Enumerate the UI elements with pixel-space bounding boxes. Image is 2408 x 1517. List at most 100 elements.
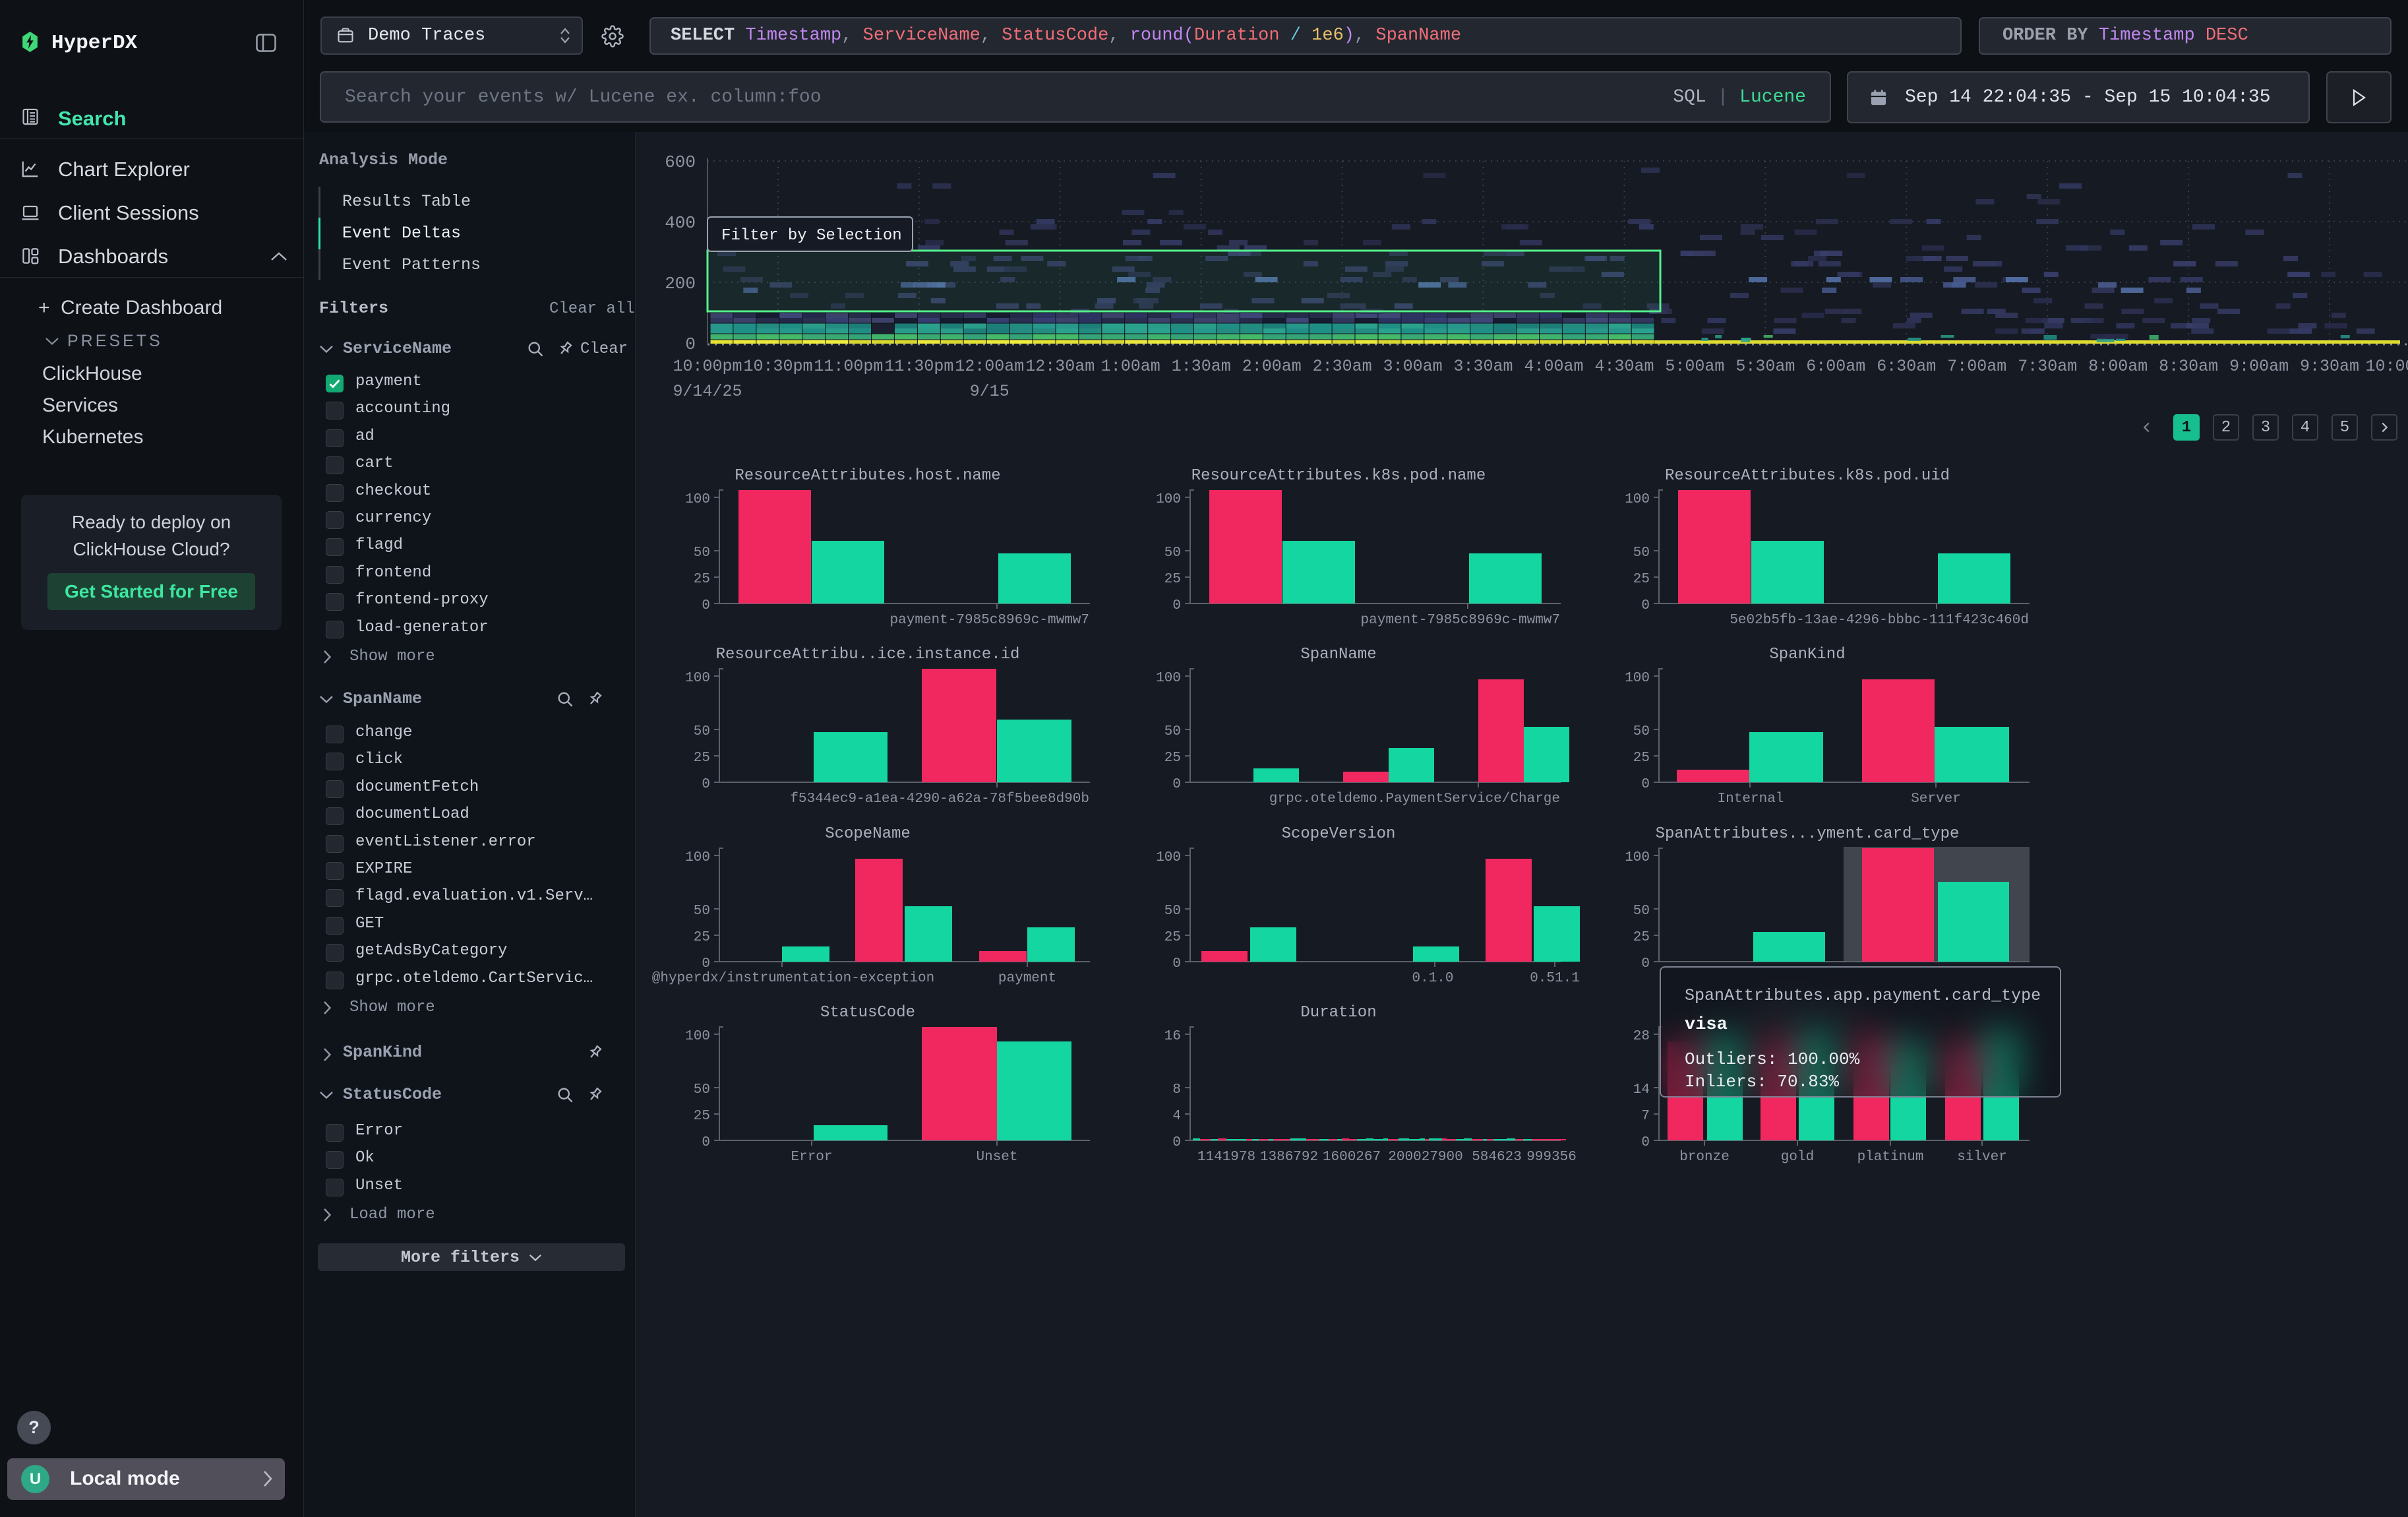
svg-text:4:00am: 4:00am bbox=[1524, 357, 1583, 376]
svg-text:100: 100 bbox=[685, 671, 710, 686]
svg-text:9/14/25: 9/14/25 bbox=[673, 382, 742, 401]
svg-text:100: 100 bbox=[685, 492, 710, 507]
svg-text:50: 50 bbox=[694, 1082, 710, 1098]
svg-text:25: 25 bbox=[694, 1109, 710, 1124]
svg-text:gold: gold bbox=[1781, 1150, 1814, 1165]
svg-text:100: 100 bbox=[1156, 492, 1181, 507]
svg-text:8:30am: 8:30am bbox=[2159, 357, 2218, 376]
svg-text:100: 100 bbox=[685, 850, 710, 865]
svg-text:6:30am: 6:30am bbox=[1877, 357, 1936, 376]
svg-text:10:00am: 10:00am bbox=[2365, 357, 2408, 376]
svg-text:25: 25 bbox=[1164, 751, 1181, 766]
svg-text:50: 50 bbox=[1164, 904, 1181, 919]
svg-text:0: 0 bbox=[702, 956, 710, 972]
svg-text:100: 100 bbox=[1156, 850, 1181, 865]
svg-text:200027900: 200027900 bbox=[1388, 1150, 1462, 1165]
svg-text:Filter by Selection: Filter by Selection bbox=[721, 227, 902, 245]
svg-text:ScopeVersion: ScopeVersion bbox=[1282, 825, 1396, 843]
svg-text:100: 100 bbox=[1625, 671, 1650, 686]
svg-text:ResourceAttributes.host.name: ResourceAttributes.host.name bbox=[735, 467, 1000, 485]
svg-text:25: 25 bbox=[694, 572, 710, 587]
svg-text:12:00am: 12:00am bbox=[955, 357, 1024, 376]
svg-text:f5344ec9-a1ea-4290-a62a-78f5be: f5344ec9-a1ea-4290-a62a-78f5bee8d90b bbox=[790, 791, 1089, 807]
svg-text:0: 0 bbox=[1641, 598, 1650, 613]
svg-text:999356: 999356 bbox=[1526, 1150, 1577, 1165]
svg-text:payment-7985c8969c-mwmw7: payment-7985c8969c-mwmw7 bbox=[1361, 613, 1560, 628]
svg-text:10:00pm: 10:00pm bbox=[673, 357, 742, 376]
svg-text:5:30am: 5:30am bbox=[1735, 357, 1795, 376]
svg-text:25: 25 bbox=[1164, 572, 1181, 587]
svg-text:16: 16 bbox=[1164, 1029, 1181, 1044]
svg-text:payment-7985c8969c-mwmw7: payment-7985c8969c-mwmw7 bbox=[890, 613, 1089, 628]
svg-text:payment: payment bbox=[998, 971, 1056, 986]
svg-text:25: 25 bbox=[1633, 572, 1650, 587]
svg-text:7:00am: 7:00am bbox=[1947, 357, 2006, 376]
svg-text:Internal: Internal bbox=[1718, 791, 1784, 807]
svg-text:400: 400 bbox=[665, 213, 696, 233]
svg-text:4:30am: 4:30am bbox=[1594, 357, 1654, 376]
svg-text:0: 0 bbox=[1172, 1135, 1181, 1150]
svg-text:1600267: 1600267 bbox=[1323, 1150, 1381, 1165]
svg-text:584623: 584623 bbox=[1472, 1150, 1522, 1165]
svg-text:0: 0 bbox=[1172, 956, 1181, 972]
svg-text:0: 0 bbox=[1641, 1135, 1650, 1150]
svg-text:ScopeName: ScopeName bbox=[825, 825, 911, 843]
svg-text:50: 50 bbox=[1633, 724, 1650, 739]
svg-text:50: 50 bbox=[694, 904, 710, 919]
svg-text:0: 0 bbox=[1641, 777, 1650, 792]
svg-text:1386792: 1386792 bbox=[1260, 1150, 1318, 1165]
svg-text:14: 14 bbox=[1633, 1082, 1650, 1098]
svg-text:200: 200 bbox=[665, 274, 696, 294]
svg-text:Unset: Unset bbox=[976, 1150, 1017, 1165]
svg-text:0: 0 bbox=[702, 1135, 710, 1150]
svg-text:1141978: 1141978 bbox=[1197, 1150, 1255, 1165]
svg-text:9:00am: 9:00am bbox=[2229, 357, 2289, 376]
svg-text:5:00am: 5:00am bbox=[1665, 357, 1724, 376]
svg-text:28: 28 bbox=[1633, 1029, 1650, 1044]
svg-text:1:30am: 1:30am bbox=[1172, 357, 1231, 376]
svg-text:0: 0 bbox=[685, 334, 696, 354]
svg-text:9/15: 9/15 bbox=[970, 382, 1009, 401]
svg-text:100: 100 bbox=[685, 1029, 710, 1044]
svg-text:0: 0 bbox=[702, 598, 710, 613]
svg-text:ResourceAttributes.k8s.pod.uid: ResourceAttributes.k8s.pod.uid bbox=[1665, 467, 1950, 485]
svg-text:0: 0 bbox=[1172, 598, 1181, 613]
svg-text:50: 50 bbox=[694, 724, 710, 739]
svg-text:25: 25 bbox=[694, 930, 710, 945]
svg-text:7: 7 bbox=[1641, 1109, 1650, 1124]
svg-text:0: 0 bbox=[1641, 956, 1650, 972]
svg-text:50: 50 bbox=[1633, 545, 1650, 561]
svg-text:10:30pm: 10:30pm bbox=[743, 357, 812, 376]
svg-text:Error: Error bbox=[791, 1150, 832, 1165]
svg-text:silver: silver bbox=[1957, 1150, 2007, 1165]
svg-text:Duration: Duration bbox=[1300, 1004, 1376, 1022]
svg-text:11:00pm: 11:00pm bbox=[814, 357, 883, 376]
svg-text:50: 50 bbox=[1164, 724, 1181, 739]
svg-text:50: 50 bbox=[1633, 904, 1650, 919]
svg-text:12:30am: 12:30am bbox=[1025, 357, 1095, 376]
svg-text:grpc.oteldemo.PaymentService/C: grpc.oteldemo.PaymentService/Charge bbox=[1269, 791, 1560, 807]
svg-text:25: 25 bbox=[1633, 930, 1650, 945]
svg-text:25: 25 bbox=[1164, 930, 1181, 945]
svg-text:7:30am: 7:30am bbox=[2018, 357, 2077, 376]
svg-text:100: 100 bbox=[1625, 492, 1650, 507]
svg-text:25: 25 bbox=[694, 751, 710, 766]
svg-text:ResourceAttribu..ice.instance.: ResourceAttribu..ice.instance.id bbox=[716, 646, 1020, 664]
svg-text:50: 50 bbox=[694, 545, 710, 561]
svg-text:0.51.1: 0.51.1 bbox=[1530, 971, 1580, 986]
svg-text:3:00am: 3:00am bbox=[1383, 357, 1443, 376]
svg-text:SpanAttributes...yment.card_ty: SpanAttributes...yment.card_type bbox=[1656, 825, 1960, 843]
svg-text:bronze: bronze bbox=[1679, 1150, 1730, 1165]
svg-text:@hyperdx/instrumentation-excep: @hyperdx/instrumentation-exception bbox=[652, 971, 934, 986]
svg-text:11:30pm: 11:30pm bbox=[884, 357, 953, 376]
svg-text:Server: Server bbox=[1911, 791, 1961, 807]
svg-text:2:30am: 2:30am bbox=[1313, 357, 1372, 376]
svg-text:0.1.0: 0.1.0 bbox=[1412, 971, 1453, 986]
svg-text:50: 50 bbox=[1164, 545, 1181, 561]
svg-text:9:30am: 9:30am bbox=[2300, 357, 2359, 376]
svg-text:6:00am: 6:00am bbox=[1806, 357, 1865, 376]
svg-text:0: 0 bbox=[702, 777, 710, 792]
svg-text:4: 4 bbox=[1172, 1109, 1181, 1124]
svg-text:100: 100 bbox=[1156, 671, 1181, 686]
svg-text:SpanName: SpanName bbox=[1300, 646, 1376, 664]
